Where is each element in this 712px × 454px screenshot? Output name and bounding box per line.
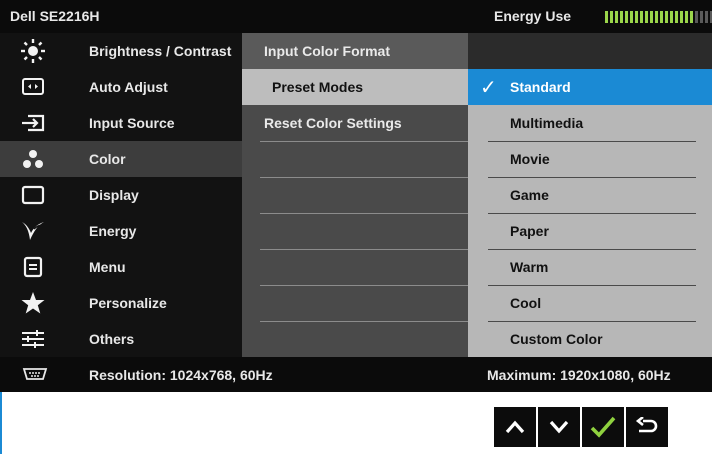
confirm-button[interactable] — [582, 407, 624, 447]
energy-meter-segment — [615, 11, 618, 23]
submenu-item-label: Reset Color Settings — [264, 115, 402, 131]
preset-option-label: Movie — [510, 151, 550, 167]
preset-option-label: Custom Color — [510, 331, 603, 347]
back-icon — [635, 417, 658, 433]
energy-meter-segment — [620, 11, 623, 23]
menu-item-label: Personalize — [89, 295, 167, 311]
osd-menu: Dell SE2216H Energy Use Brightness / Con… — [0, 0, 712, 392]
preset-option-standard[interactable]: ✓ Standard — [468, 69, 712, 105]
energy-meter-segment — [680, 11, 683, 23]
menu-item-label: Input Source — [89, 115, 175, 131]
check-icon — [590, 416, 616, 438]
preset-option-label: Cool — [510, 295, 542, 311]
energy-use-label: Energy Use — [494, 8, 572, 24]
menu-item-auto-adjust[interactable]: Auto Adjust — [0, 69, 242, 105]
brightness-icon — [20, 39, 46, 63]
divider — [260, 141, 468, 142]
frame-edge — [0, 392, 2, 454]
preset-option-paper[interactable]: Paper — [468, 213, 712, 249]
divider — [260, 213, 468, 214]
preset-modes-item[interactable]: Preset Modes — [242, 69, 468, 105]
preset-modes-list: ✓ Standard Multimedia Movie Game Paper W… — [468, 69, 712, 357]
maximum-resolution: Maximum: 1920x1080, 60Hz — [487, 367, 671, 383]
reset-color-settings-item[interactable]: Reset Color Settings — [242, 105, 468, 141]
energy-meter-segment — [690, 11, 693, 23]
energy-meter-segment — [610, 11, 613, 23]
current-resolution: Resolution: 1024x768, 60Hz — [89, 367, 273, 383]
main-menu: Brightness / Contrast Auto Adjust Input … — [0, 33, 242, 357]
energy-meter-segment — [605, 11, 608, 23]
up-arrow-icon — [505, 420, 525, 434]
energy-icon — [20, 219, 46, 243]
divider — [260, 285, 468, 286]
color-submenu: Input Color Format Preset Modes Reset Co… — [242, 33, 468, 357]
energy-meter-segment — [695, 11, 698, 23]
up-button[interactable] — [494, 407, 536, 447]
submenu-item-label: Preset Modes — [272, 79, 364, 95]
preset-option-cool[interactable]: Cool — [468, 285, 712, 321]
menu-item-menu[interactable]: Menu — [0, 249, 242, 285]
menu-item-label: Menu — [89, 259, 126, 275]
preset-option-label: Paper — [510, 223, 549, 239]
menu-item-label: Display — [89, 187, 139, 203]
energy-meter-segment — [705, 11, 708, 23]
menu-item-others[interactable]: Others — [0, 321, 242, 357]
menu-item-brightness-contrast[interactable]: Brightness / Contrast — [0, 33, 242, 69]
status-bar: Resolution: 1024x768, 60Hz Maximum: 1920… — [0, 357, 712, 392]
submenu-title: Input Color Format — [264, 43, 390, 59]
menu-item-label: Color — [89, 151, 126, 167]
energy-meter-segment — [645, 11, 648, 23]
menu-item-label: Others — [89, 331, 135, 347]
menu-item-label: Energy — [89, 223, 137, 239]
osd-buttons — [494, 407, 668, 447]
menu-item-label: Brightness / Contrast — [89, 43, 232, 59]
menu-item-display[interactable]: Display — [0, 177, 242, 213]
auto-adjust-icon — [20, 75, 46, 99]
preset-option-warm[interactable]: Warm — [468, 249, 712, 285]
preset-option-label: Warm — [510, 259, 549, 275]
energy-meter-segment — [670, 11, 673, 23]
input-source-icon — [20, 111, 46, 135]
monitor-model: Dell SE2216H — [10, 8, 100, 24]
energy-meter-segment — [650, 11, 653, 23]
color-icon — [20, 147, 46, 171]
personalize-star-icon — [20, 291, 46, 315]
preset-option-game[interactable]: Game — [468, 177, 712, 213]
energy-meter-segment — [665, 11, 668, 23]
menu-icon — [20, 255, 46, 279]
others-sliders-icon — [20, 327, 46, 351]
menu-item-energy[interactable]: Energy — [0, 213, 242, 249]
energy-meter-segment — [700, 11, 703, 23]
down-button[interactable] — [538, 407, 580, 447]
energy-meter — [605, 11, 712, 23]
display-icon — [20, 183, 46, 207]
preset-option-label: Standard — [510, 79, 571, 95]
energy-meter-segment — [640, 11, 643, 23]
menu-item-input-source[interactable]: Input Source — [0, 105, 242, 141]
down-arrow-icon — [549, 420, 569, 434]
menu-item-personalize[interactable]: Personalize — [0, 285, 242, 321]
input-color-format-item[interactable]: Input Color Format — [242, 33, 468, 69]
preset-option-label: Multimedia — [510, 115, 584, 131]
preset-option-label: Game — [510, 187, 549, 203]
energy-meter-segment — [655, 11, 658, 23]
preset-option-movie[interactable]: Movie — [468, 141, 712, 177]
preset-option-custom-color[interactable]: Custom Color — [468, 321, 712, 357]
divider — [260, 321, 468, 322]
check-icon: ✓ — [480, 77, 497, 99]
energy-meter-segment — [660, 11, 663, 23]
header-bar: Dell SE2216H Energy Use — [0, 0, 712, 33]
energy-meter-segment — [675, 11, 678, 23]
menu-item-label: Auto Adjust — [89, 79, 168, 95]
energy-meter-segment — [685, 11, 688, 23]
energy-meter-segment — [625, 11, 628, 23]
energy-meter-segment — [630, 11, 633, 23]
divider — [260, 177, 468, 178]
divider — [260, 249, 468, 250]
preset-option-multimedia[interactable]: Multimedia — [468, 105, 712, 141]
back-button[interactable] — [626, 407, 668, 447]
menu-item-color[interactable]: Color — [0, 141, 242, 177]
vga-connector-icon — [22, 367, 48, 381]
energy-meter-segment — [635, 11, 638, 23]
